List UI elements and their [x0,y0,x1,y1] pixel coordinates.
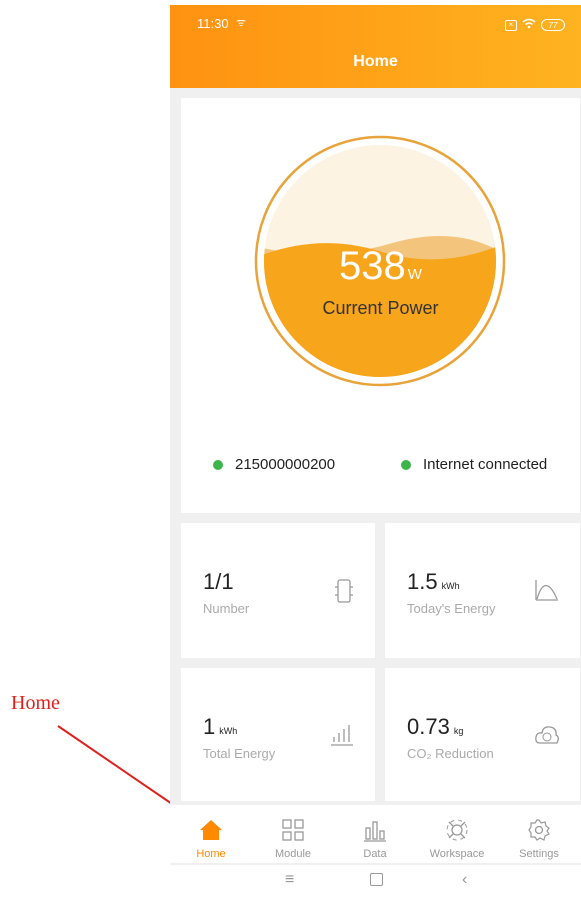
signal-icon: ᯤ [236,17,247,29]
curve-icon [535,580,558,601]
stat-label: CO₂ Reduction [407,746,494,761]
page-title: Home [353,53,398,70]
battery-icon: 77 [541,19,565,31]
stat-unit: kg [453,726,464,736]
home-square-icon[interactable] [370,873,383,886]
gear-icon [528,819,550,841]
home-icon [200,820,222,840]
workspace-icon [446,819,468,841]
co2-cloud-icon [535,726,559,744]
stat-unit: kWh [441,581,460,591]
back-icon[interactable]: ‹ [462,871,467,889]
system-nav-bar: ≡ ‹ [170,865,581,899]
stat-value: 1 [203,714,216,739]
stat-unit: kWh [219,726,238,736]
stat-value: 0.73 [407,714,450,739]
stat-label: Number [203,601,250,616]
current-power-card: 538 W Current Power 215000000200 Internet… [181,98,580,513]
stat-value: 1.5 [407,569,438,594]
nav-module-label: Module [274,848,312,860]
stat-card-today-energy[interactable]: 1.5 kWh Today's Energy [385,523,580,658]
online-dot-icon [213,459,223,470]
stat-card-number[interactable]: 1/1 Number [181,523,375,658]
nav-workspace-label: Workspace [429,848,485,860]
power-value: 538 W [339,244,422,288]
app-header: 11:30 ᯤ × 77 Home [170,5,581,88]
stat-value: 1/1 [203,569,234,594]
power-label: Current Power [322,298,439,318]
data-chart-icon [364,821,386,842]
device-serial: 215000000200 [235,456,336,473]
internet-status-text: Internet connected [423,456,548,473]
menu-icon[interactable]: ≡ [285,871,294,889]
bar-chart-icon [331,725,353,746]
nav-settings-label: Settings [519,848,559,860]
stat-card-co2-reduction[interactable]: 0.73 kg CO₂ Reduction [385,668,580,801]
grid-icon [282,819,304,841]
wifi-icon [522,16,536,34]
status-icons: × 77 [505,16,565,34]
sim-icon: × [505,19,517,31]
device-serial-status: 215000000200 [213,456,335,473]
nav-data-label: Data [363,848,387,860]
phone-screen: 11:30 ᯤ × 77 Home 538 W Current Power 21… [170,5,581,899]
stat-card-total-energy[interactable]: 1 kWh Total Energy [181,668,375,801]
internet-status: Internet connected [401,456,547,473]
internet-dot-icon [401,459,411,470]
status-time: 11:30 [197,16,229,31]
stat-label: Today's Energy [407,601,496,616]
bottom-nav: Home Module Data Workspace Settings [170,805,581,863]
nav-home-label: Home [196,848,226,860]
power-unit: W [407,266,422,283]
module-icon [335,579,353,603]
stat-label: Total Energy [203,746,276,761]
